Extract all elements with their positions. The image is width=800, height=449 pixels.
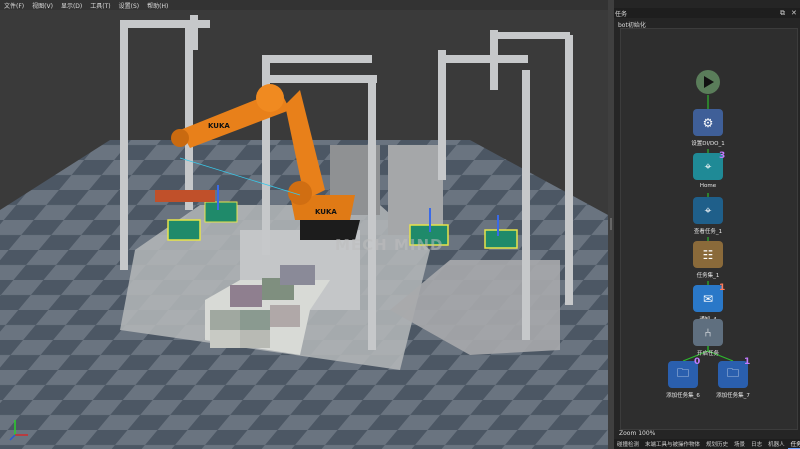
robot-brand-upper: KUKA bbox=[208, 122, 230, 130]
menu-bar: 文件(F) 视图(V) 显示(D) 工具(T) 设置(S) 帮助(H) bbox=[0, 0, 608, 10]
flow-node-notify[interactable]: ✉ 1 通知_4 bbox=[693, 283, 726, 323]
location-pin-icon: ⌖ bbox=[704, 203, 712, 217]
float-icon[interactable]: ⧉ bbox=[780, 8, 785, 18]
flow-node-add-task-set-7[interactable]: 🗀 1 添加任务集_7 bbox=[716, 357, 750, 399]
tab-task[interactable]: 任务 bbox=[787, 440, 800, 449]
node-badge: 3 bbox=[719, 151, 726, 161]
io-icon: ⚙ bbox=[702, 115, 714, 130]
flow-node-start[interactable] bbox=[693, 69, 723, 96]
close-icon[interactable]: ✕ bbox=[791, 8, 797, 18]
flow-node-set-io[interactable]: ⚙ 设置DI/DO_1 bbox=[691, 109, 725, 147]
menu-file[interactable]: 文件(F) bbox=[0, 1, 28, 10]
menu-settings[interactable]: 设置(S) bbox=[115, 1, 144, 10]
hierarchy-icon: ☷ bbox=[702, 247, 714, 262]
tab-collision[interactable]: 碰撞检测 bbox=[614, 440, 642, 448]
flow-node-label: 查看任务_1 bbox=[693, 229, 723, 235]
flow-node-label: 开启任务 bbox=[696, 351, 719, 357]
zoom-level: Zoom 100% bbox=[619, 430, 656, 437]
tab-log[interactable]: 日志 bbox=[748, 440, 765, 448]
flow-node-task-set[interactable]: ☷ 任务集_1 bbox=[693, 241, 723, 279]
flow-node-home[interactable]: ⌖ 3 Home bbox=[693, 151, 726, 189]
machine-block bbox=[388, 145, 443, 235]
play-icon bbox=[696, 70, 720, 94]
flow-node-label: 添加任务集_7 bbox=[716, 393, 750, 399]
flow-node-label: Home bbox=[699, 183, 717, 189]
tab-planning-history[interactable]: 规划历史 bbox=[703, 440, 731, 448]
branch-icon: ⑃ bbox=[704, 325, 712, 340]
tab-tools-objects[interactable]: 末端工具与被操作物体 bbox=[642, 440, 703, 448]
menu-tools[interactable]: 工具(T) bbox=[86, 1, 114, 10]
3d-viewport[interactable]: KUKA KUKA MECH MIND bbox=[0, 10, 608, 449]
panel-header: 任务 ⧉ ✕ bbox=[614, 8, 800, 18]
panel-title: 任务 bbox=[615, 11, 628, 18]
robot-brand-base: KUKA bbox=[315, 208, 337, 216]
flow-node-label: 任务集_1 bbox=[696, 273, 720, 279]
node-badge: 1 bbox=[719, 283, 726, 293]
splitter-grip-icon[interactable] bbox=[610, 218, 612, 230]
tab-robot[interactable]: 机器人 bbox=[765, 440, 788, 448]
tab-scene[interactable]: 场景 bbox=[731, 440, 748, 448]
watermark-logo: MECH MIND bbox=[335, 236, 444, 254]
flow-node-check-task[interactable]: ⌖ 查看任务_1 bbox=[693, 197, 723, 235]
flow-node-add-task-set-6[interactable]: 🗀 0 添加任务集_6 bbox=[666, 357, 700, 399]
flow-node-branch[interactable]: ⑃ 开启任务 bbox=[693, 319, 723, 357]
flow-node-label: 设置DI/DO_1 bbox=[691, 141, 725, 147]
menu-view[interactable]: 视图(V) bbox=[28, 1, 57, 10]
menu-display[interactable]: 显示(D) bbox=[57, 1, 86, 10]
node-badge: 0 bbox=[694, 357, 701, 367]
scene-drawing: KUKA KUKA bbox=[0, 15, 608, 449]
panel-tabs: 碰撞检测 末端工具与被操作物体 规划历史 场景 日志 机器人 任务 bbox=[614, 439, 800, 449]
node-badge: 1 bbox=[744, 357, 751, 367]
flow-canvas[interactable]: ⚙ 设置DI/DO_1 ⌖ 3 Home ⌖ 查看任务_1 ☷ 任务集_1 ✉ … bbox=[620, 28, 798, 430]
menu-help[interactable]: 帮助(H) bbox=[143, 1, 172, 10]
task-panel: 任务 ⧉ ✕ bot初始化 ⚙ 设置DI/DO_1 ⌖ 3 Home ⌖ 查看任… bbox=[614, 0, 800, 449]
